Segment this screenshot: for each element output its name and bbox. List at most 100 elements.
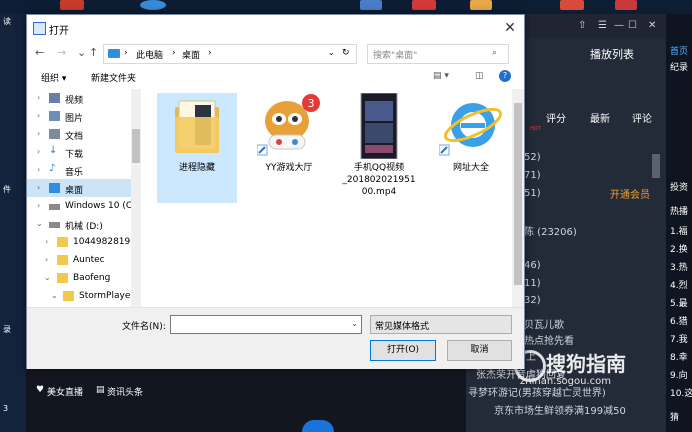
list-item[interactable]: 3.热 — [670, 260, 688, 273]
recent-locations-button[interactable]: ⌄ — [77, 46, 86, 59]
drive-c-icon — [49, 204, 60, 210]
sidebar-item-desktop[interactable]: › 桌面 — [27, 179, 131, 197]
folder-icon — [175, 100, 219, 153]
list-item[interactable]: 9.向 — [670, 368, 688, 381]
desktop-label: 件 — [3, 185, 11, 194]
navigation-pane: › 视频 › 图片 › 文档 › ↓ 下载 › ♪ 音乐 › 桌面 › Window… — [27, 89, 142, 307]
new-folder-button[interactable]: 新建文件夹 — [91, 71, 136, 84]
list-item[interactable]: 71) — [524, 170, 541, 181]
list-item[interactable]: 4.烈 — [670, 278, 688, 291]
view-options-icon[interactable]: ▤ ▾ — [433, 71, 449, 81]
chevron-down-icon: ⌄ — [375, 319, 382, 328]
open-button[interactable]: 打开(O) — [370, 340, 436, 361]
navigation-bar: ← → ⌄ ↑ › 此电脑 › 桌面 › ⌄ ↻ 搜索"桌面" ⌕ — [27, 41, 524, 65]
list-item[interactable]: 2.换 — [670, 242, 688, 255]
list-item[interactable]: 8.幸 — [670, 350, 688, 363]
vip-link[interactable]: 开通会员 — [610, 186, 650, 201]
list-item[interactable]: 51) — [524, 188, 541, 199]
panel-label: 热播 — [670, 207, 689, 217]
heart-icon: ♥ — [36, 385, 45, 395]
nav-doc[interactable]: 纪录 — [670, 60, 688, 73]
list-item[interactable]: 陈 (23206) — [524, 223, 577, 238]
sidebar-item-videos[interactable]: › 视频 — [27, 89, 131, 107]
app-icon — [360, 0, 382, 10]
app-icon — [140, 0, 166, 10]
sidebar-item-music[interactable]: › ♪ 音乐 — [27, 161, 131, 179]
minimize-icon[interactable]: — — [614, 20, 624, 31]
list-item[interactable]: 32) — [524, 295, 541, 306]
ie-browser-icon — [439, 103, 503, 156]
list-item[interactable]: 7.我 — [670, 332, 688, 345]
address-bar[interactable]: › 此电脑 › 桌面 › ⌄ ↻ — [103, 44, 357, 64]
list-item[interactable]: 1.福 — [670, 224, 688, 237]
col-comments[interactable]: 评论 — [632, 110, 652, 125]
file-item-shortcut[interactable]: 网址大全 — [431, 93, 511, 203]
computer-icon — [108, 49, 120, 58]
list-item[interactable]: 6.猎 — [670, 314, 688, 327]
filename-input[interactable]: ⌄ — [170, 315, 362, 334]
sidebar-item-downloads[interactable]: › ↓ 下载 — [27, 143, 131, 161]
chevron-down-icon[interactable]: ⌄ — [351, 319, 358, 328]
taskbar-start-orb[interactable] — [302, 420, 334, 432]
downloads-folder-icon: ↓ — [49, 145, 58, 156]
menu-icon[interactable]: ☰ — [598, 20, 607, 31]
forward-button[interactable]: → — [57, 46, 66, 59]
sidebar-item-drive-d[interactable]: ⌄ 机械 (D:) — [27, 215, 131, 233]
close-button[interactable]: ✕ — [501, 19, 519, 37]
file-item-folder[interactable]: 进程隐藏 — [157, 93, 237, 203]
list-item[interactable]: 10.这 — [670, 386, 692, 399]
col-rating[interactable]: 评分 — [546, 110, 566, 125]
watermark-url: zhinan.sogou.com — [520, 376, 612, 387]
dialog-title: 打开 — [49, 26, 69, 37]
col-latest[interactable]: 最新 — [590, 110, 610, 125]
file-name-line: 手机QQ视频 — [353, 163, 405, 173]
file-name-line: _201802021951 — [342, 175, 416, 185]
search-input[interactable]: 搜索"桌面" ⌕ — [367, 44, 509, 64]
breadcrumb-this-pc[interactable]: 此电脑 — [136, 48, 163, 61]
beauty-live-link[interactable]: 美女直播 — [47, 385, 83, 398]
app-icon — [560, 0, 584, 10]
sidebar-item-folder[interactable]: › 1044982819 — [27, 233, 131, 251]
tab-playlist[interactable]: 播放列表 — [590, 46, 634, 62]
sidebar-item-drive-c[interactable]: › Windows 10 (C — [27, 197, 132, 215]
preview-pane-icon[interactable]: ◫ — [475, 71, 484, 81]
list-item[interactable]: 52) — [524, 152, 541, 163]
file-list-scrollbar[interactable] — [512, 89, 524, 307]
file-item-shortcut[interactable]: 3 YY游戏大厅 — [249, 93, 329, 203]
address-dropdown-icon[interactable]: ⌄ — [328, 48, 335, 57]
filetype-select[interactable]: 常见媒体格式 ⌄ — [370, 315, 512, 334]
list-item[interactable]: 5.最 — [670, 296, 688, 309]
player-scrollbar[interactable] — [652, 154, 660, 178]
dialog-titlebar: 打开 ✕ — [27, 15, 524, 41]
share-icon[interactable]: ⇧ — [578, 20, 586, 31]
list-item[interactable]: 京东市场生鲜领券满199减50 — [494, 402, 626, 417]
cancel-button[interactable]: 取消 — [447, 340, 512, 361]
list-item[interactable]: 11) — [524, 278, 541, 289]
sidebar-item-folder[interactable]: ⌄ Baofeng — [27, 269, 131, 287]
up-button[interactable]: ↑ — [89, 46, 98, 59]
folder-icon — [57, 255, 68, 265]
nav-home[interactable]: 首页 — [670, 44, 688, 57]
help-button[interactable]: ? — [499, 70, 511, 82]
list-item[interactable]: 贝瓦儿歌 — [524, 316, 564, 331]
sidebar-item-documents[interactable]: › 文档 — [27, 125, 131, 143]
news-link[interactable]: 资讯头条 — [107, 385, 143, 398]
close-icon[interactable]: ✕ — [648, 20, 656, 31]
sidebar-item-pictures[interactable]: › 图片 — [27, 107, 131, 125]
maximize-icon[interactable]: ☐ — [628, 20, 637, 31]
dialog-footer: 文件名(N): ⌄ 常见媒体格式 ⌄ 打开(O) 取消 — [27, 307, 524, 369]
file-item-video[interactable]: 手机QQ视频 _201802021951 00.mp4 — [339, 93, 419, 203]
open-file-dialog: 打开 ✕ ← → ⌄ ↑ › 此电脑 › 桌面 › ⌄ ↻ 搜索"桌面" ⌕ 组… — [26, 14, 525, 369]
breadcrumb-desktop[interactable]: 桌面 — [182, 48, 200, 61]
back-button[interactable]: ← — [35, 46, 44, 59]
side-panel: 首页 纪录 投资 热播 1.福 2.换 3.热 4.烈 5.最 6.猎 7.我 … — [666, 14, 692, 432]
refresh-button[interactable]: ↻ — [342, 48, 350, 58]
list-item[interactable]: 热点抢先看 — [524, 332, 574, 347]
app-icon — [470, 0, 492, 10]
navigation-scrollbar[interactable] — [131, 89, 141, 307]
sidebar-item-folder[interactable]: ⌄ StormPlayer — [27, 287, 134, 305]
organize-button[interactable]: 组织 ▾ — [41, 71, 66, 84]
desktop-taskbar-top — [0, 0, 692, 14]
sidebar-item-folder[interactable]: › Auntec — [27, 251, 131, 269]
list-item[interactable]: 46) — [524, 260, 541, 271]
